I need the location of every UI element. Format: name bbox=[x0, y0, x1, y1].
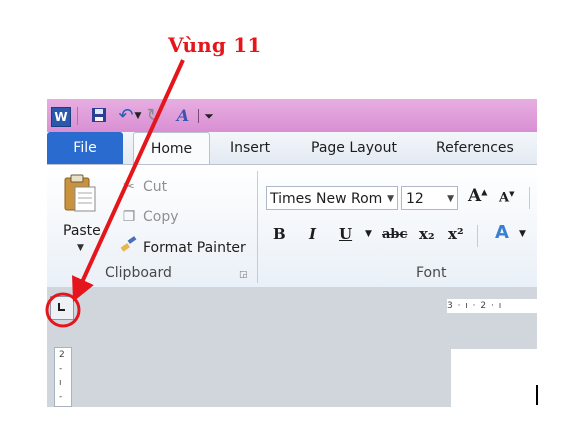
highlight-circle bbox=[45, 292, 81, 328]
annotation-arrow bbox=[45, 59, 185, 328]
arrow-line bbox=[72, 59, 185, 302]
